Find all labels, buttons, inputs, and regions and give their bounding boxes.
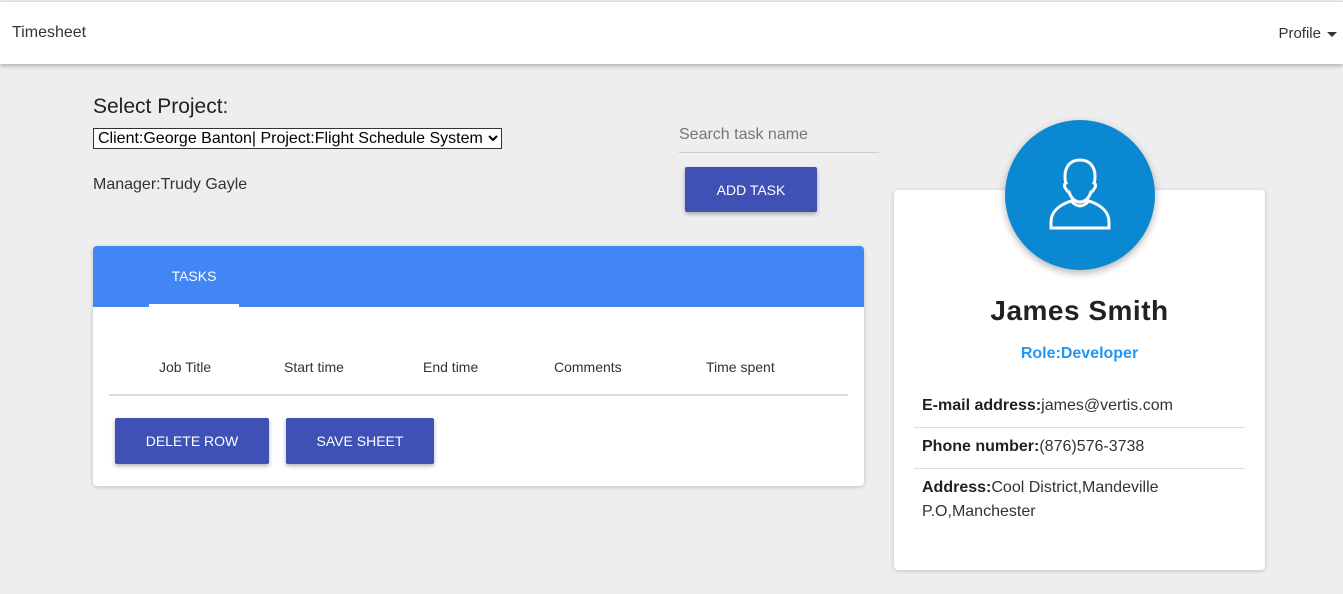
user-icon bbox=[1049, 158, 1111, 230]
address-row: Address:Cool District,Mandeville P.O,Man… bbox=[922, 476, 1172, 524]
add-task-button[interactable]: ADD TASK bbox=[685, 167, 817, 212]
table-divider bbox=[109, 394, 848, 396]
user-role: Role:Developer bbox=[1020, 345, 1139, 362]
search-task-input[interactable] bbox=[679, 118, 879, 153]
column-comments: Comments bbox=[554, 359, 622, 375]
project-select[interactable]: Client:George Banton| Project:Flight Sch… bbox=[93, 128, 502, 149]
profile-label: Profile bbox=[1278, 25, 1321, 42]
column-time-spent: Time spent bbox=[706, 359, 775, 375]
user-name: James Smith bbox=[990, 295, 1169, 326]
avatar bbox=[1005, 120, 1155, 270]
divider bbox=[914, 468, 1245, 469]
phone-label: Phone number: bbox=[922, 438, 1040, 455]
email-value: james@vertis.com bbox=[1041, 397, 1173, 414]
tasks-card: TASKS Job Title Start time End time Comm… bbox=[93, 246, 864, 486]
address-label: Address: bbox=[922, 479, 992, 496]
tasks-tab-bar: TASKS bbox=[93, 246, 864, 307]
manager-text: Manager:Trudy Gayle bbox=[93, 176, 248, 193]
phone-value: (876)576-3738 bbox=[1039, 438, 1145, 455]
column-start-time: Start time bbox=[284, 359, 344, 375]
tab-tasks[interactable]: TASKS bbox=[149, 246, 239, 307]
email-row: E-mail address:james@vertis.com bbox=[922, 394, 1242, 418]
save-sheet-button[interactable]: SAVE SHEET bbox=[286, 418, 434, 464]
profile-dropdown[interactable]: Profile bbox=[1278, 25, 1337, 42]
column-job-title: Job Title bbox=[159, 359, 212, 375]
navbar: Timesheet Profile bbox=[0, 1, 1343, 64]
caret-down-icon bbox=[1327, 31, 1337, 37]
column-end-time: End time bbox=[423, 359, 479, 375]
delete-row-button[interactable]: DELETE ROW bbox=[115, 418, 269, 464]
phone-row: Phone number:(876)576-3738 bbox=[922, 435, 1242, 459]
divider bbox=[914, 427, 1245, 428]
select-project-label: Select Project: bbox=[93, 95, 229, 118]
brand-link[interactable]: Timesheet bbox=[12, 24, 86, 42]
email-label: E-mail address: bbox=[922, 397, 1042, 414]
